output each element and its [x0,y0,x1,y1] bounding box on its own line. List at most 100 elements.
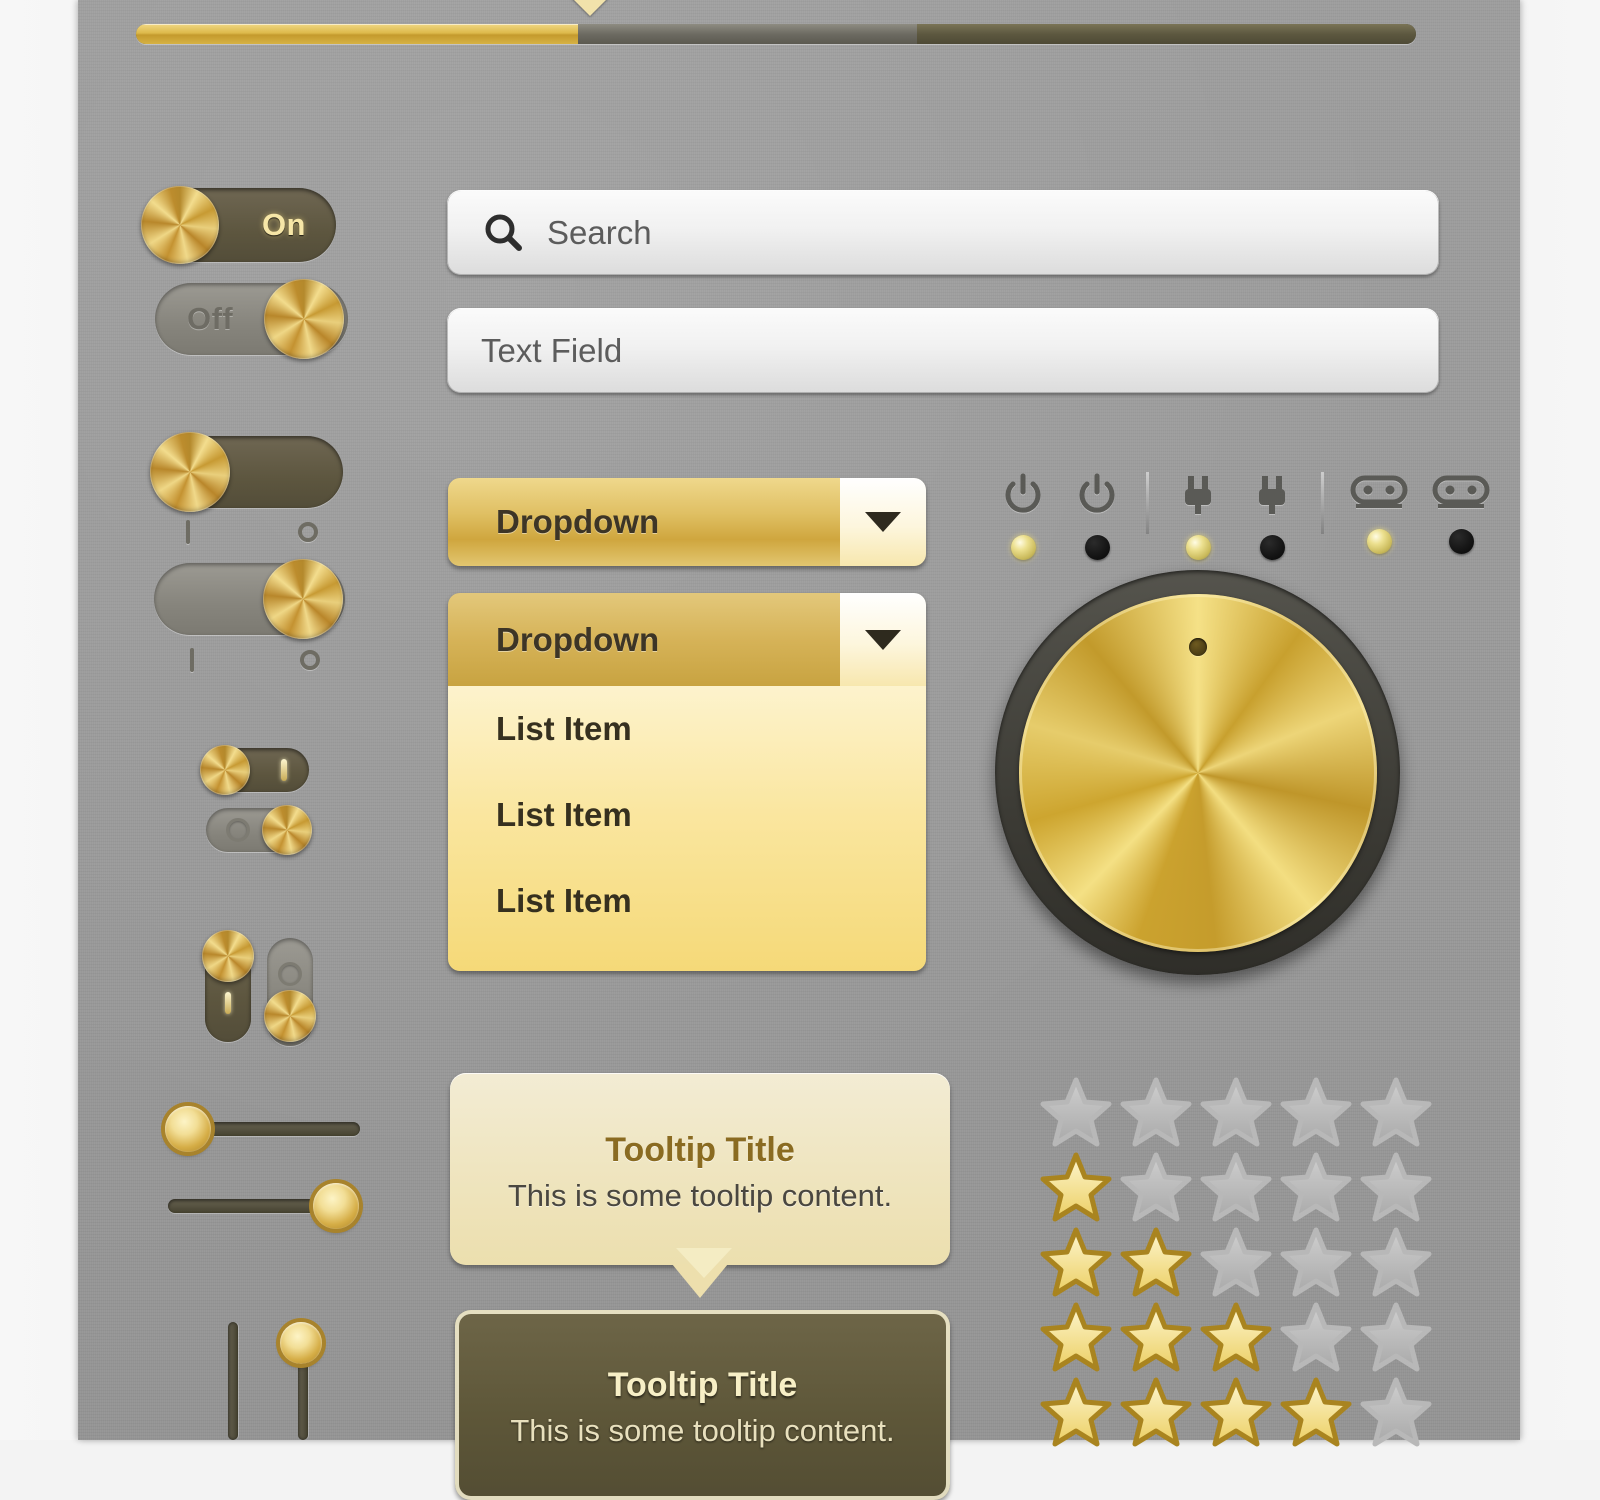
star-empty-icon[interactable] [1360,1376,1432,1448]
led-power-off [1084,535,1110,560]
plug-icon [1249,472,1295,523]
page-background: On Off Search Text Field Dropdown Dropdo… [0,0,1600,1500]
dropdown-open[interactable]: Dropdown List Item List Item List Item [448,593,926,971]
tooltip-dark: Tooltip Title This is some tooltip conte… [455,1310,950,1500]
progress-bar[interactable] [136,24,1416,44]
slider-horizontal-max-handle[interactable] [313,1183,359,1229]
list-item[interactable]: List Item [448,772,926,858]
star-filled-icon[interactable] [1040,1301,1112,1373]
star-rating-row[interactable] [1040,1375,1432,1448]
tick-on-icon [281,759,287,781]
chevron-down-icon [865,629,901,650]
tooltip-dark-title: Tooltip Title [607,1366,798,1404]
power-icon [1000,472,1046,523]
star-filled-icon[interactable] [1200,1301,1272,1373]
slider-horizontal-min-track[interactable] [190,1122,360,1136]
star-empty-icon[interactable] [1280,1301,1352,1373]
star-rating-row[interactable] [1040,1075,1432,1148]
slider-vertical-min-track[interactable] [228,1322,238,1440]
progress-fill-gold [136,24,578,44]
star-rating-set [1040,1075,1432,1448]
dropdown-closed-arrow-button[interactable] [840,478,926,566]
text-field[interactable]: Text Field [447,308,1439,393]
search-input[interactable]: Search [547,214,652,252]
star-filled-icon[interactable] [1120,1376,1192,1448]
tape-reel-icon [1350,472,1408,517]
star-filled-icon[interactable] [1040,1151,1112,1223]
tick-on-icon [225,992,231,1014]
led-reel-on [1366,529,1392,554]
star-filled-icon[interactable] [1120,1301,1192,1373]
toggle-off-handle[interactable] [264,279,344,359]
tooltip-light-title: Tooltip Title [605,1131,795,1169]
star-empty-icon[interactable] [1360,1076,1432,1148]
list-item[interactable]: List Item [448,686,926,772]
dropdown-closed-label: Dropdown [448,478,840,566]
reel-bank-on[interactable] [1350,472,1408,554]
star-empty-icon[interactable] [1360,1301,1432,1373]
power-bank-off[interactable] [1074,472,1120,560]
led-reel-off [1448,529,1474,554]
rotary-knob-indicator [1188,637,1207,656]
reel-bank-off[interactable] [1432,472,1490,554]
progress-caret-icon [568,0,612,16]
tooltip-dark-body: This is some tooltip content. [510,1413,895,1448]
bank-divider [1146,472,1149,534]
tick-on-icon [186,520,190,544]
progress-fill-grey [577,24,917,44]
bank-divider [1321,472,1324,534]
star-empty-icon[interactable] [1360,1226,1432,1298]
progress-track [136,24,1416,44]
star-empty-icon[interactable] [1200,1226,1272,1298]
slider-vertical-max-handle[interactable] [280,1322,322,1364]
star-empty-icon[interactable] [1360,1151,1432,1223]
toggle-large-on-handle[interactable] [150,432,230,512]
slider-horizontal-min-handle[interactable] [165,1106,211,1152]
tape-reel-icon [1432,472,1490,517]
toggle-small-off-handle[interactable] [262,805,312,855]
power-bank-on[interactable] [1000,472,1046,560]
toggle-vertical-on-handle[interactable] [202,930,254,982]
star-empty-icon[interactable] [1280,1151,1352,1223]
toggle-vertical-off-handle[interactable] [264,990,316,1042]
star-rating-row[interactable] [1040,1225,1432,1298]
led-plug-on [1185,535,1211,560]
star-rating-row[interactable] [1040,1150,1432,1223]
plug-bank-on[interactable] [1175,472,1221,560]
dropdown-list: List Item List Item List Item [448,686,926,971]
star-filled-icon[interactable] [1040,1376,1112,1448]
tick-on-icon [190,648,194,672]
tick-off-icon [226,818,250,842]
dropdown-closed[interactable]: Dropdown [448,478,926,566]
plug-bank-off[interactable] [1249,472,1295,560]
star-filled-icon[interactable] [1280,1376,1352,1448]
tick-off-icon [300,650,320,670]
rotary-knob-face [1018,593,1377,952]
led-power-on [1010,535,1036,560]
text-field-input[interactable]: Text Field [481,332,622,370]
star-empty-icon[interactable] [1280,1226,1352,1298]
toggle-small-on-handle[interactable] [200,745,250,795]
list-item[interactable]: List Item [448,858,926,944]
search-field[interactable]: Search [447,190,1439,275]
star-filled-icon[interactable] [1040,1226,1112,1298]
tooltip-dark-tail [676,1248,732,1278]
star-empty-icon[interactable] [1120,1151,1192,1223]
tick-off-icon [298,522,318,542]
star-empty-icon[interactable] [1280,1076,1352,1148]
toggle-on-handle[interactable] [141,186,219,264]
led-plug-off [1259,535,1285,560]
star-empty-icon[interactable] [1120,1076,1192,1148]
toggle-on-label: On [261,207,306,242]
star-empty-icon[interactable] [1200,1151,1272,1223]
star-empty-icon[interactable] [1200,1076,1272,1148]
star-filled-icon[interactable] [1200,1376,1272,1448]
star-rating-row[interactable] [1040,1300,1432,1373]
search-icon [481,211,525,255]
rotary-knob[interactable] [995,570,1400,975]
toggle-large-off-handle[interactable] [263,559,343,639]
tick-off-icon [278,962,302,986]
star-empty-icon[interactable] [1040,1076,1112,1148]
dropdown-open-arrow-button[interactable] [840,593,926,686]
star-filled-icon[interactable] [1120,1226,1192,1298]
